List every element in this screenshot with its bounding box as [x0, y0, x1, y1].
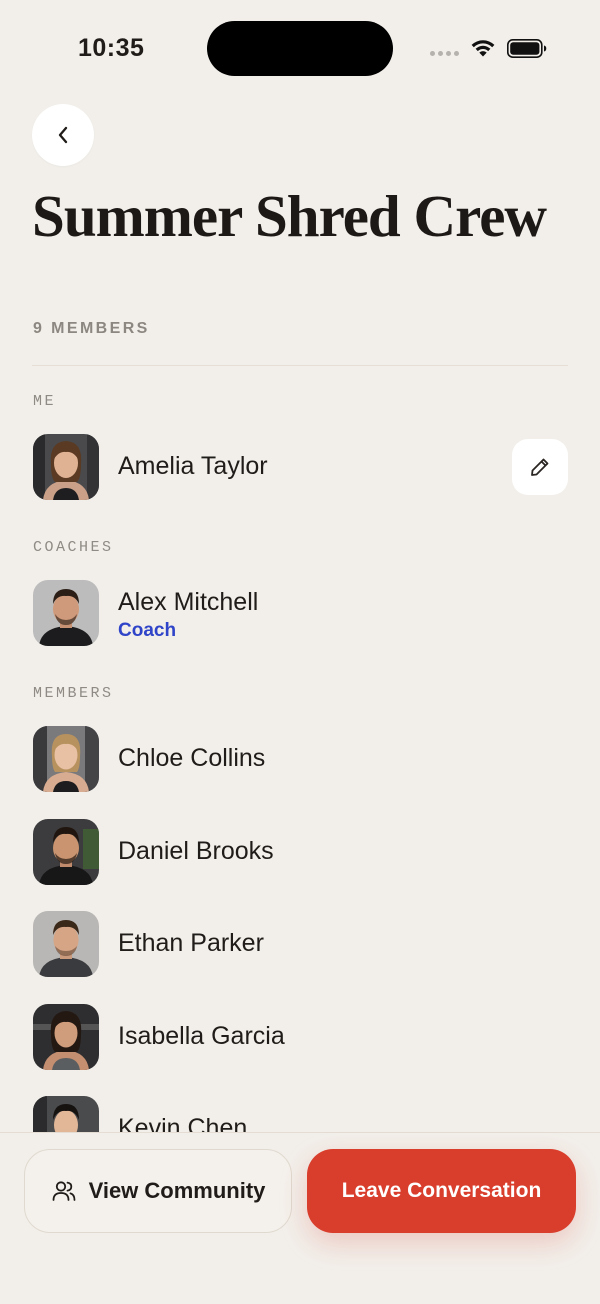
avatar [33, 726, 99, 792]
member-row[interactable]: Isabella Garcia [33, 1004, 568, 1070]
back-button[interactable] [32, 104, 94, 166]
dynamic-island [207, 21, 393, 76]
battery-icon [507, 39, 547, 58]
leave-conversation-label: Leave Conversation [341, 1179, 542, 1202]
page-title: Summer Shred Crew [32, 183, 547, 249]
people-icon [52, 1181, 75, 1201]
view-community-label: View Community [88, 1178, 266, 1203]
status-bar: 10:35 [0, 0, 600, 96]
edit-button[interactable] [512, 439, 568, 495]
member-row[interactable]: Kevin Chen [33, 1096, 568, 1132]
member-row[interactable]: Chloe Collins [33, 726, 568, 792]
member-name: Chloe Collins [118, 744, 266, 772]
section-label-members: MEMBERS [33, 685, 114, 702]
avatar [33, 1096, 99, 1132]
avatar [33, 1004, 99, 1070]
member-row-coach[interactable]: Alex Mitchell Coach [33, 580, 568, 646]
header-divider [32, 365, 568, 366]
leave-conversation-button[interactable]: Leave Conversation [307, 1149, 576, 1233]
cellular-signal-icon [430, 51, 459, 56]
pencil-icon [531, 458, 549, 476]
role-badge: Coach [118, 620, 177, 641]
bottom-action-bar: View Community Leave Conversation [0, 1132, 600, 1304]
member-row[interactable]: Daniel Brooks [33, 819, 568, 885]
member-row[interactable]: Ethan Parker [33, 911, 568, 977]
back-chevron-icon [58, 126, 68, 144]
wifi-icon [471, 40, 495, 57]
member-name: Isabella Garcia [118, 1022, 285, 1050]
avatar [33, 580, 99, 646]
avatar [33, 911, 99, 977]
status-time: 10:35 [78, 34, 145, 62]
member-count: 9 MEMBERS [33, 320, 150, 337]
section-label-me: ME [33, 393, 57, 410]
member-name: Alex Mitchell [118, 588, 259, 616]
member-list-clip: Kevin Chen [0, 1090, 600, 1132]
member-name: Amelia Taylor [118, 452, 268, 480]
avatar [33, 819, 99, 885]
member-name: Kevin Chen [118, 1114, 248, 1132]
section-label-coaches: COACHES [33, 539, 114, 556]
member-name: Daniel Brooks [118, 837, 274, 865]
view-community-button[interactable]: View Community [24, 1149, 292, 1233]
avatar [33, 434, 99, 500]
member-row-me[interactable]: Amelia Taylor [33, 434, 568, 500]
member-name: Ethan Parker [118, 929, 264, 957]
